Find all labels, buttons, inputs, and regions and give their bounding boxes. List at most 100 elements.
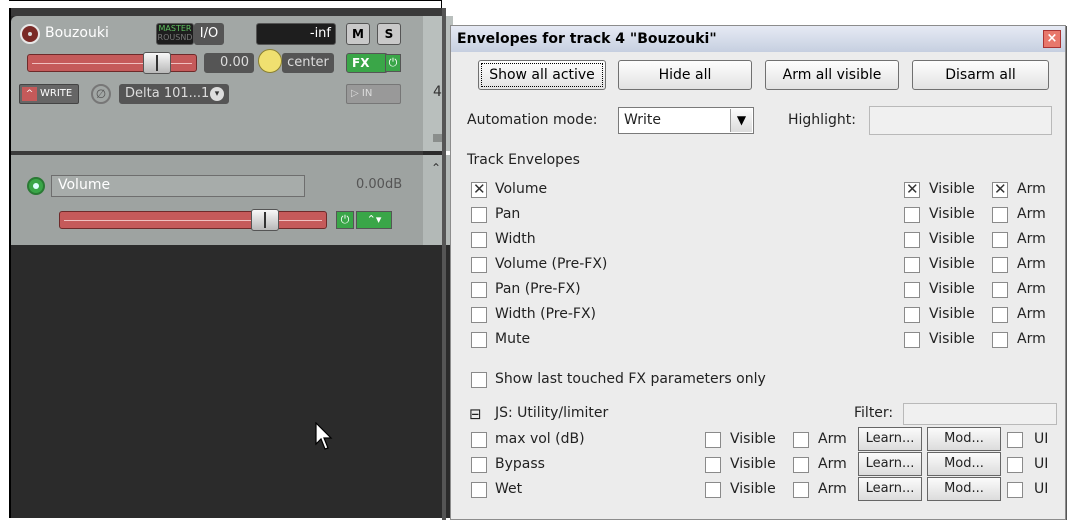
envelope-checkbox[interactable] [471, 307, 487, 323]
envelope-toggle-icon[interactable]: ⌃ [431, 161, 441, 175]
fx-param-arm-checkbox[interactable] [793, 432, 809, 448]
phase-invert-icon[interactable]: ∅ [91, 84, 111, 104]
fx-param-learn-button[interactable]: Learn... [858, 427, 922, 451]
fx-param-ui-checkbox[interactable] [1007, 482, 1023, 498]
envelope-fader[interactable] [59, 209, 327, 231]
fx-param-mod-button[interactable]: Mod... [927, 427, 1001, 451]
envelope-fader-thumb[interactable] [251, 209, 279, 231]
envelope-visible-checkbox[interactable] [904, 332, 920, 348]
volume-fader[interactable] [27, 52, 197, 74]
envelope-active-icon[interactable] [27, 177, 45, 195]
fx-param-checkbox[interactable] [471, 432, 487, 448]
envelope-arm-label: Arm [1017, 281, 1046, 297]
volume-meter: -inf [256, 23, 336, 45]
envelope-visible-checkbox[interactable] [904, 257, 920, 273]
filter-field[interactable] [903, 403, 1057, 425]
input-monitor-button[interactable]: ▷ IN [346, 84, 401, 104]
fx-param-arm-checkbox[interactable] [793, 457, 809, 473]
envelope-checkbox[interactable] [471, 207, 487, 223]
envelope-checkbox[interactable] [471, 232, 487, 248]
solo-button[interactable]: S [377, 23, 401, 45]
envelope-visible-checkbox[interactable] [904, 307, 920, 323]
track-envelopes-header: Track Envelopes [467, 152, 580, 168]
envelope-arm-checkbox[interactable] [992, 180, 1008, 198]
envelope-arm-label: Arm [1017, 181, 1046, 197]
envelope-arm-checkbox[interactable] [992, 307, 1008, 323]
fx-param-learn-button[interactable]: Learn... [858, 452, 922, 476]
track-name[interactable]: Bouzouki [45, 25, 109, 41]
last-touched-checkbox[interactable] [471, 372, 487, 388]
record-arm-button[interactable] [20, 24, 40, 44]
envelope-arm-checkbox[interactable] [992, 257, 1008, 273]
envelope-checkbox[interactable] [471, 282, 487, 298]
fx-bypass-icon[interactable]: ⏻ [385, 54, 401, 72]
pan-readout: center [282, 53, 334, 73]
master-send-label-top: MASTER [158, 24, 192, 33]
mouse-cursor-icon [315, 422, 333, 450]
fx-param-visible-label: Visible [730, 431, 776, 447]
envelope-name: Volume [495, 181, 548, 197]
fx-param-learn-button[interactable]: Learn... [858, 477, 922, 501]
arm-all-visible-button[interactable]: Arm all visible [765, 60, 899, 90]
disarm-all-button[interactable]: Disarm all [912, 60, 1049, 90]
fx-param-arm-checkbox[interactable] [793, 482, 809, 498]
envelope-arm-checkbox[interactable] [992, 332, 1008, 348]
envelope-checkbox[interactable] [471, 180, 487, 198]
volume-meter-readout: -inf [309, 26, 331, 41]
envelope-visible-checkbox[interactable] [904, 282, 920, 298]
automation-mode-button[interactable]: ^ WRITE [19, 84, 79, 104]
fx-param-visible-checkbox[interactable] [705, 457, 721, 473]
envelope-visible-label: Visible [929, 256, 975, 272]
last-touched-label: Show last touched FX parameters only [495, 371, 766, 387]
envelope-name-field[interactable]: Volume [51, 175, 305, 197]
fx-button[interactable]: FX [346, 53, 388, 73]
master-send-indicator[interactable]: MASTER ROUSND [156, 23, 194, 45]
envelope-shape-icon[interactable]: ⌃▾ [356, 211, 392, 229]
close-icon[interactable]: × [1043, 30, 1061, 48]
fx-param-checkbox[interactable] [471, 482, 487, 498]
fx-param-visible-label: Visible [730, 456, 776, 472]
show-all-active-button[interactable]: Show all active [478, 60, 606, 90]
envelope-name: Width (Pre-FX) [495, 306, 597, 322]
envelope-visible-checkbox[interactable] [904, 180, 920, 198]
envelope-lane-column: ⌃ [423, 155, 453, 245]
envelope-value: 0.00dB [356, 177, 403, 192]
envelope-arm-checkbox[interactable] [992, 232, 1008, 248]
fx-param-mod-button[interactable]: Mod... [927, 452, 1001, 476]
fx-param-checkbox[interactable] [471, 457, 487, 473]
fx-param-ui-checkbox[interactable] [1007, 432, 1023, 448]
envelope-arm-label: Arm [1017, 256, 1046, 272]
dialog-title-bar[interactable]: Envelopes for track 4 "Bouzouki" × [451, 26, 1065, 52]
fx-param-visible-checkbox[interactable] [705, 482, 721, 498]
hide-all-button[interactable]: Hide all [618, 60, 752, 90]
mute-button[interactable]: M [346, 23, 370, 45]
input-selector[interactable]: Delta 101...1 ▾ [119, 84, 229, 104]
io-button[interactable]: I/O [194, 23, 224, 45]
fx-collapse-icon[interactable]: ⊟ [469, 405, 482, 423]
chevron-down-icon[interactable]: ▼ [730, 109, 752, 132]
fx-param-ui-checkbox[interactable] [1007, 457, 1023, 473]
fx-param-mod-button[interactable]: Mod... [927, 477, 1001, 501]
divider [442, 8, 446, 520]
automation-mode-value: Write [624, 112, 661, 128]
pan-knob[interactable] [258, 49, 282, 73]
envelope-checkbox[interactable] [471, 332, 487, 348]
volume-fader-thumb[interactable] [143, 52, 171, 74]
envelope-bypass-icon[interactable]: ⏻ [336, 211, 354, 229]
fx-param-visible-label: Visible [730, 481, 776, 497]
envelope-visible-label: Visible [929, 331, 975, 347]
track-control-panel: Bouzouki MASTER ROUSND I/O -inf M S 0.00… [9, 8, 453, 518]
envelope-arm-checkbox[interactable] [992, 207, 1008, 223]
envelope-name: Width [495, 231, 536, 247]
envelope-lane: Volume 0.00dB ⏻ ⌃▾ [11, 155, 423, 245]
automation-mode-select[interactable]: Write ▼ [618, 107, 754, 134]
envelope-visible-checkbox[interactable] [904, 232, 920, 248]
arrange-empty-area[interactable] [11, 245, 444, 518]
highlight-field[interactable] [869, 106, 1052, 135]
fx-param-visible-checkbox[interactable] [705, 432, 721, 448]
envelope-visible-checkbox[interactable] [904, 207, 920, 223]
envelope-checkbox[interactable] [471, 257, 487, 273]
envelope-visible-label: Visible [929, 281, 975, 297]
automation-mode-label: WRITE [40, 88, 73, 99]
envelope-arm-checkbox[interactable] [992, 282, 1008, 298]
